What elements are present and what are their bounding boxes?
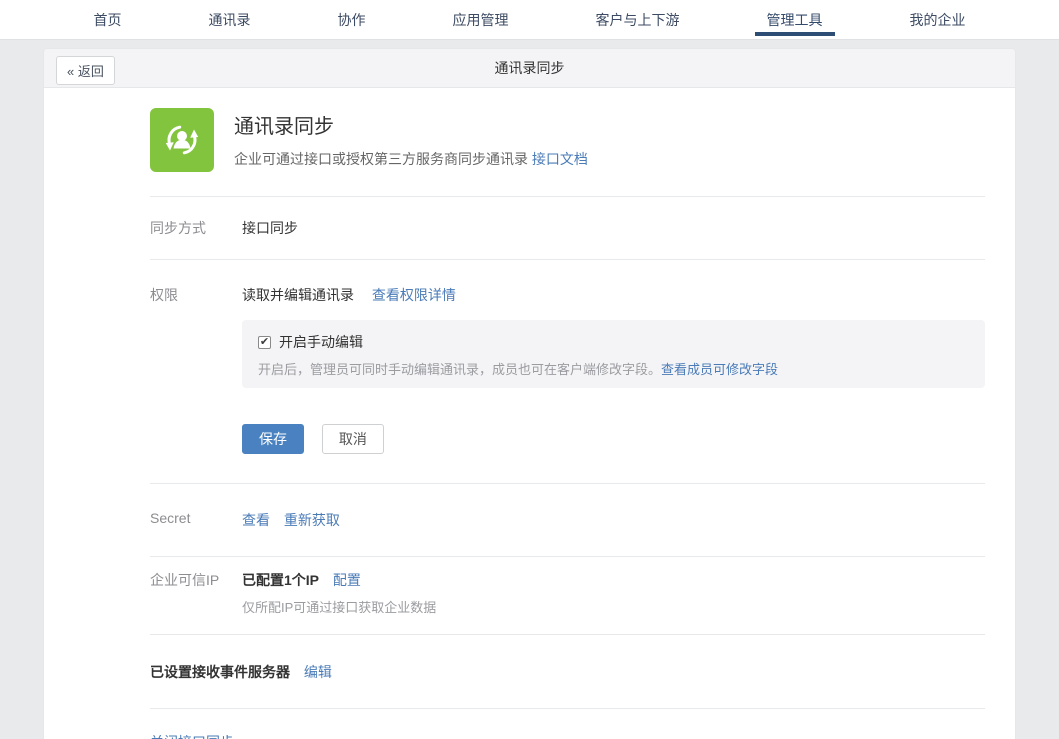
- page-title: 通讯录同步: [495, 58, 565, 78]
- app-title: 通讯录同步: [234, 110, 588, 139]
- secret-refresh-link[interactable]: 重新获取: [284, 512, 340, 528]
- nav-item-collaboration[interactable]: 协作: [334, 0, 370, 39]
- nav-item-home[interactable]: 首页: [90, 0, 126, 39]
- page-container: « 返回 通讯录同步 通讯录同步 企业可通过接口或授权第三方服务商同步: [43, 48, 1016, 739]
- manual-edit-description: 开启后，管理员可同时手动编辑通讯录，成员也可在客户端修改字段。: [258, 362, 661, 377]
- close-sync-row: 关闭接口同步: [150, 709, 985, 739]
- event-server-row: 已设置接收事件服务器 编辑: [150, 635, 985, 708]
- trusted-ip-value: 已配置1个IP: [242, 572, 319, 588]
- editable-fields-link[interactable]: 查看成员可修改字段: [661, 362, 778, 377]
- trusted-ip-row: 企业可信IP 已配置1个IP 配置 仅所配IP可通过接口获取企业数据: [150, 557, 985, 634]
- sync-method-value: 接口同步: [242, 220, 298, 236]
- sync-method-row: 同步方式 接口同步: [150, 197, 985, 259]
- trusted-ip-label: 企业可信IP: [150, 570, 242, 616]
- manual-edit-label: 开启手动编辑: [279, 332, 363, 352]
- manual-edit-option[interactable]: 开启手动编辑: [258, 332, 969, 352]
- button-row: 保存 取消: [242, 424, 985, 454]
- secret-label: Secret: [150, 510, 242, 530]
- nav-item-customers[interactable]: 客户与上下游: [592, 0, 684, 39]
- nav-item-admin-tools[interactable]: 管理工具: [763, 0, 827, 39]
- nav-item-contacts[interactable]: 通讯录: [205, 0, 255, 39]
- event-server-edit-link[interactable]: 编辑: [304, 664, 332, 680]
- top-navigation: 首页 通讯录 协作 应用管理 客户与上下游 管理工具 我的企业: [0, 0, 1059, 40]
- sync-method-label: 同步方式: [150, 218, 242, 238]
- manual-edit-panel: 开启手动编辑 开启后，管理员可同时手动编辑通讯录，成员也可在客户端修改字段。查看…: [242, 320, 985, 388]
- permission-row: 权限 读取并编辑通讯录 查看权限详情 开启手动编辑 开启后，管理员可同时手动编辑…: [150, 260, 985, 483]
- page-header: « 返回 通讯录同步: [43, 48, 1016, 88]
- permission-value: 读取并编辑通讯录: [242, 287, 354, 303]
- cancel-button[interactable]: 取消: [322, 424, 384, 454]
- api-doc-link[interactable]: 接口文档: [532, 151, 588, 167]
- trusted-ip-config-link[interactable]: 配置: [333, 572, 361, 588]
- content-card: 通讯录同步 企业可通过接口或授权第三方服务商同步通讯录 接口文档 同步方式 接口…: [43, 88, 1016, 739]
- app-header: 通讯录同步 企业可通过接口或授权第三方服务商同步通讯录 接口文档: [150, 108, 985, 172]
- permission-label: 权限: [150, 285, 242, 454]
- nav-item-app-management[interactable]: 应用管理: [449, 0, 513, 39]
- event-server-status: 已设置接收事件服务器: [150, 664, 290, 680]
- secret-view-link[interactable]: 查看: [242, 512, 270, 528]
- manual-edit-checkbox[interactable]: [258, 336, 271, 349]
- secret-row: Secret 查看 重新获取: [150, 484, 985, 556]
- trusted-ip-description: 仅所配IP可通过接口获取企业数据: [242, 597, 985, 616]
- back-button[interactable]: « 返回: [56, 56, 115, 85]
- nav-item-my-enterprise[interactable]: 我的企业: [906, 0, 970, 39]
- permission-detail-link[interactable]: 查看权限详情: [372, 287, 456, 303]
- contacts-sync-icon: [150, 108, 214, 172]
- save-button[interactable]: 保存: [242, 424, 304, 454]
- app-subtitle: 企业可通过接口或授权第三方服务商同步通讯录: [234, 151, 528, 167]
- close-sync-link[interactable]: 关闭接口同步: [150, 732, 234, 739]
